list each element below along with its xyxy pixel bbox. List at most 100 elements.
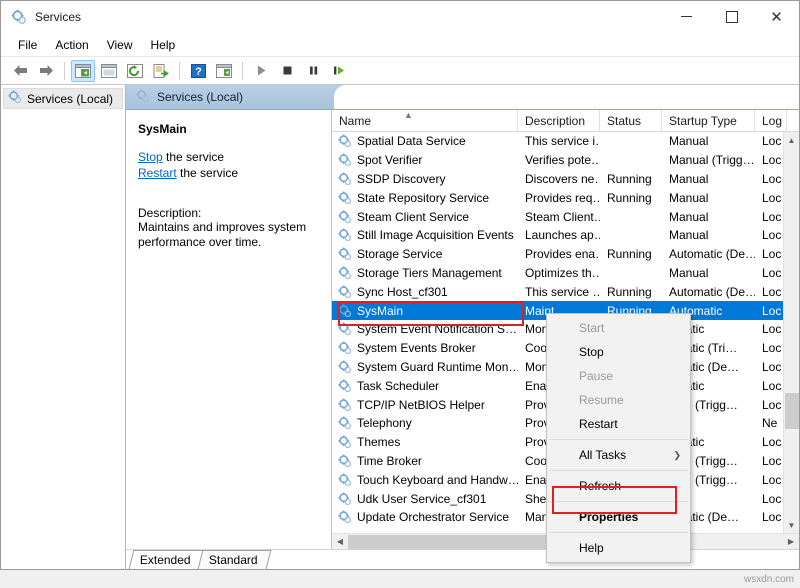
vertical-scrollbar[interactable]: ▲ ▼ bbox=[783, 132, 799, 533]
chevron-right-icon[interactable]: ▶ bbox=[783, 534, 799, 550]
close-icon[interactable]: ✕ bbox=[754, 1, 799, 33]
cell-description: Optimizes th… bbox=[518, 266, 600, 280]
cell-name-label: SysMain bbox=[357, 304, 403, 318]
toolbar: ? bbox=[1, 57, 799, 85]
tree-item-label: Services (Local) bbox=[27, 92, 113, 106]
column-header-label: Startup Type bbox=[669, 114, 737, 128]
cell-name-label: State Repository Service bbox=[357, 191, 489, 205]
cell-name: TCP/IP NetBIOS Helper bbox=[332, 398, 518, 412]
column-header-startup-type[interactable]: Startup Type bbox=[662, 110, 755, 131]
tab-extended[interactable]: Extended bbox=[129, 550, 204, 569]
chevron-up-icon[interactable]: ▲ bbox=[784, 132, 800, 148]
toolbar-separator-2 bbox=[179, 62, 180, 80]
properties-icon[interactable] bbox=[212, 60, 236, 82]
table-row[interactable]: Storage ServiceProvides ena…RunningAutom… bbox=[332, 245, 799, 264]
service-detail-pane: SysMain Stop the service Restart the ser… bbox=[126, 110, 332, 549]
table-row[interactable]: Sync Host_cf301This service …RunningAuto… bbox=[332, 282, 799, 301]
services-gear-icon bbox=[338, 247, 352, 261]
table-row[interactable]: Still Image Acquisition EventsLaunches a… bbox=[332, 226, 799, 245]
table-row[interactable]: Steam Client ServiceSteam Client…ManualL… bbox=[332, 207, 799, 226]
context-menu-item-refresh[interactable]: Refresh bbox=[547, 474, 690, 498]
menu-bar: File Action View Help bbox=[1, 33, 799, 57]
cell-status: Running bbox=[600, 191, 662, 205]
maximize-icon[interactable] bbox=[709, 1, 754, 33]
cell-name: Udk User Service_cf301 bbox=[332, 492, 518, 506]
detail-service-name: SysMain bbox=[138, 122, 319, 136]
services-gear-icon bbox=[338, 191, 352, 205]
cell-status: Running bbox=[600, 247, 662, 261]
cell-name: Themes bbox=[332, 435, 518, 449]
menu-help[interactable]: Help bbox=[142, 35, 185, 55]
export-list-icon[interactable] bbox=[97, 60, 121, 82]
context-menu-item-all-tasks[interactable]: All Tasks❯ bbox=[547, 443, 690, 467]
services-gear-icon bbox=[338, 398, 352, 412]
table-row[interactable]: Spot VerifierVerifies pote…Manual (Trigg… bbox=[332, 151, 799, 170]
context-menu-item-restart[interactable]: Restart bbox=[547, 412, 690, 436]
context-menu-item-properties[interactable]: Properties bbox=[547, 505, 690, 529]
stop-service-link[interactable]: Stop bbox=[138, 150, 163, 164]
context-menu-item-help[interactable]: Help bbox=[547, 536, 690, 560]
show-hide-tree-icon[interactable] bbox=[71, 60, 95, 82]
context-menu-item-label: Help bbox=[579, 541, 604, 555]
table-row[interactable]: Storage Tiers ManagementOptimizes th…Man… bbox=[332, 264, 799, 283]
cell-name-label: System Events Broker bbox=[357, 341, 476, 355]
column-header-name[interactable]: Name▲ bbox=[332, 110, 518, 131]
table-row[interactable]: SSDP DiscoveryDiscovers ne…RunningManual… bbox=[332, 170, 799, 189]
help-icon[interactable]: ? bbox=[186, 60, 210, 82]
cell-name: Steam Client Service bbox=[332, 210, 518, 224]
chevron-left-icon[interactable]: ◀ bbox=[332, 534, 348, 550]
menu-view[interactable]: View bbox=[98, 35, 142, 55]
services-window: Services ✕ File Action View Help bbox=[0, 0, 800, 570]
start-service-icon[interactable] bbox=[249, 60, 273, 82]
toolbar-separator bbox=[64, 62, 65, 80]
export-icon[interactable] bbox=[149, 60, 173, 82]
chevron-down-icon[interactable]: ▼ bbox=[784, 517, 800, 533]
cell-startup: Automatic (De… bbox=[662, 247, 755, 261]
context-menu-item-stop[interactable]: Stop bbox=[547, 340, 690, 364]
detail-stop-row: Stop the service bbox=[138, 150, 319, 164]
vertical-scroll-track[interactable] bbox=[784, 148, 800, 517]
stop-suffix-label: the service bbox=[163, 150, 224, 164]
cell-name-label: Still Image Acquisition Events bbox=[357, 228, 514, 242]
tab-standard[interactable]: Standard bbox=[197, 550, 270, 569]
context-menu-separator bbox=[549, 532, 688, 533]
table-row[interactable]: State Repository ServiceProvides req…Run… bbox=[332, 188, 799, 207]
column-header-description[interactable]: Description bbox=[518, 110, 600, 131]
cell-name-label: TCP/IP NetBIOS Helper bbox=[357, 398, 485, 412]
cell-name: SysMain bbox=[332, 304, 518, 318]
back-icon[interactable] bbox=[8, 60, 32, 82]
refresh-icon[interactable] bbox=[123, 60, 147, 82]
console-tree-pane: Services (Local) bbox=[1, 85, 126, 569]
results-content: SysMain Stop the service Restart the ser… bbox=[126, 110, 799, 549]
results-pane: Services (Local) SysMain Stop the servic… bbox=[126, 85, 799, 569]
results-pane-header: Services (Local) bbox=[126, 85, 799, 110]
table-row[interactable]: Spatial Data ServiceThis service i…Manua… bbox=[332, 132, 799, 151]
cell-description: This service i… bbox=[518, 134, 600, 148]
services-gear-icon bbox=[338, 379, 352, 393]
menu-file[interactable]: File bbox=[9, 35, 46, 55]
vertical-scroll-thumb[interactable] bbox=[785, 393, 799, 429]
cell-name: System Guard Runtime Mon… bbox=[332, 360, 518, 374]
cell-description: Steam Client… bbox=[518, 210, 600, 224]
tree-item-services-local[interactable]: Services (Local) bbox=[3, 88, 123, 109]
cell-startup: Manual bbox=[662, 172, 755, 186]
forward-icon[interactable] bbox=[34, 60, 58, 82]
pause-service-icon[interactable] bbox=[301, 60, 325, 82]
chevron-right-icon: ❯ bbox=[673, 450, 681, 461]
cell-name-label: Time Broker bbox=[357, 454, 422, 468]
stop-service-icon[interactable] bbox=[275, 60, 299, 82]
column-header-log[interactable]: Log bbox=[755, 110, 787, 131]
context-menu-separator bbox=[549, 501, 688, 502]
column-header-status[interactable]: Status bbox=[600, 110, 662, 131]
cell-name: Telephony bbox=[332, 416, 518, 430]
cell-name: Touch Keyboard and Handw… bbox=[332, 473, 518, 487]
context-menu-item-label: Properties bbox=[579, 510, 638, 524]
restart-service-link[interactable]: Restart bbox=[138, 166, 177, 180]
services-gear-icon bbox=[338, 510, 352, 524]
restart-service-icon[interactable] bbox=[327, 60, 351, 82]
menu-action[interactable]: Action bbox=[46, 35, 97, 55]
minimize-icon[interactable] bbox=[664, 1, 709, 33]
detail-description-label: Description: bbox=[138, 206, 319, 220]
cell-status: Running bbox=[600, 285, 662, 299]
cell-startup: Manual bbox=[662, 191, 755, 205]
